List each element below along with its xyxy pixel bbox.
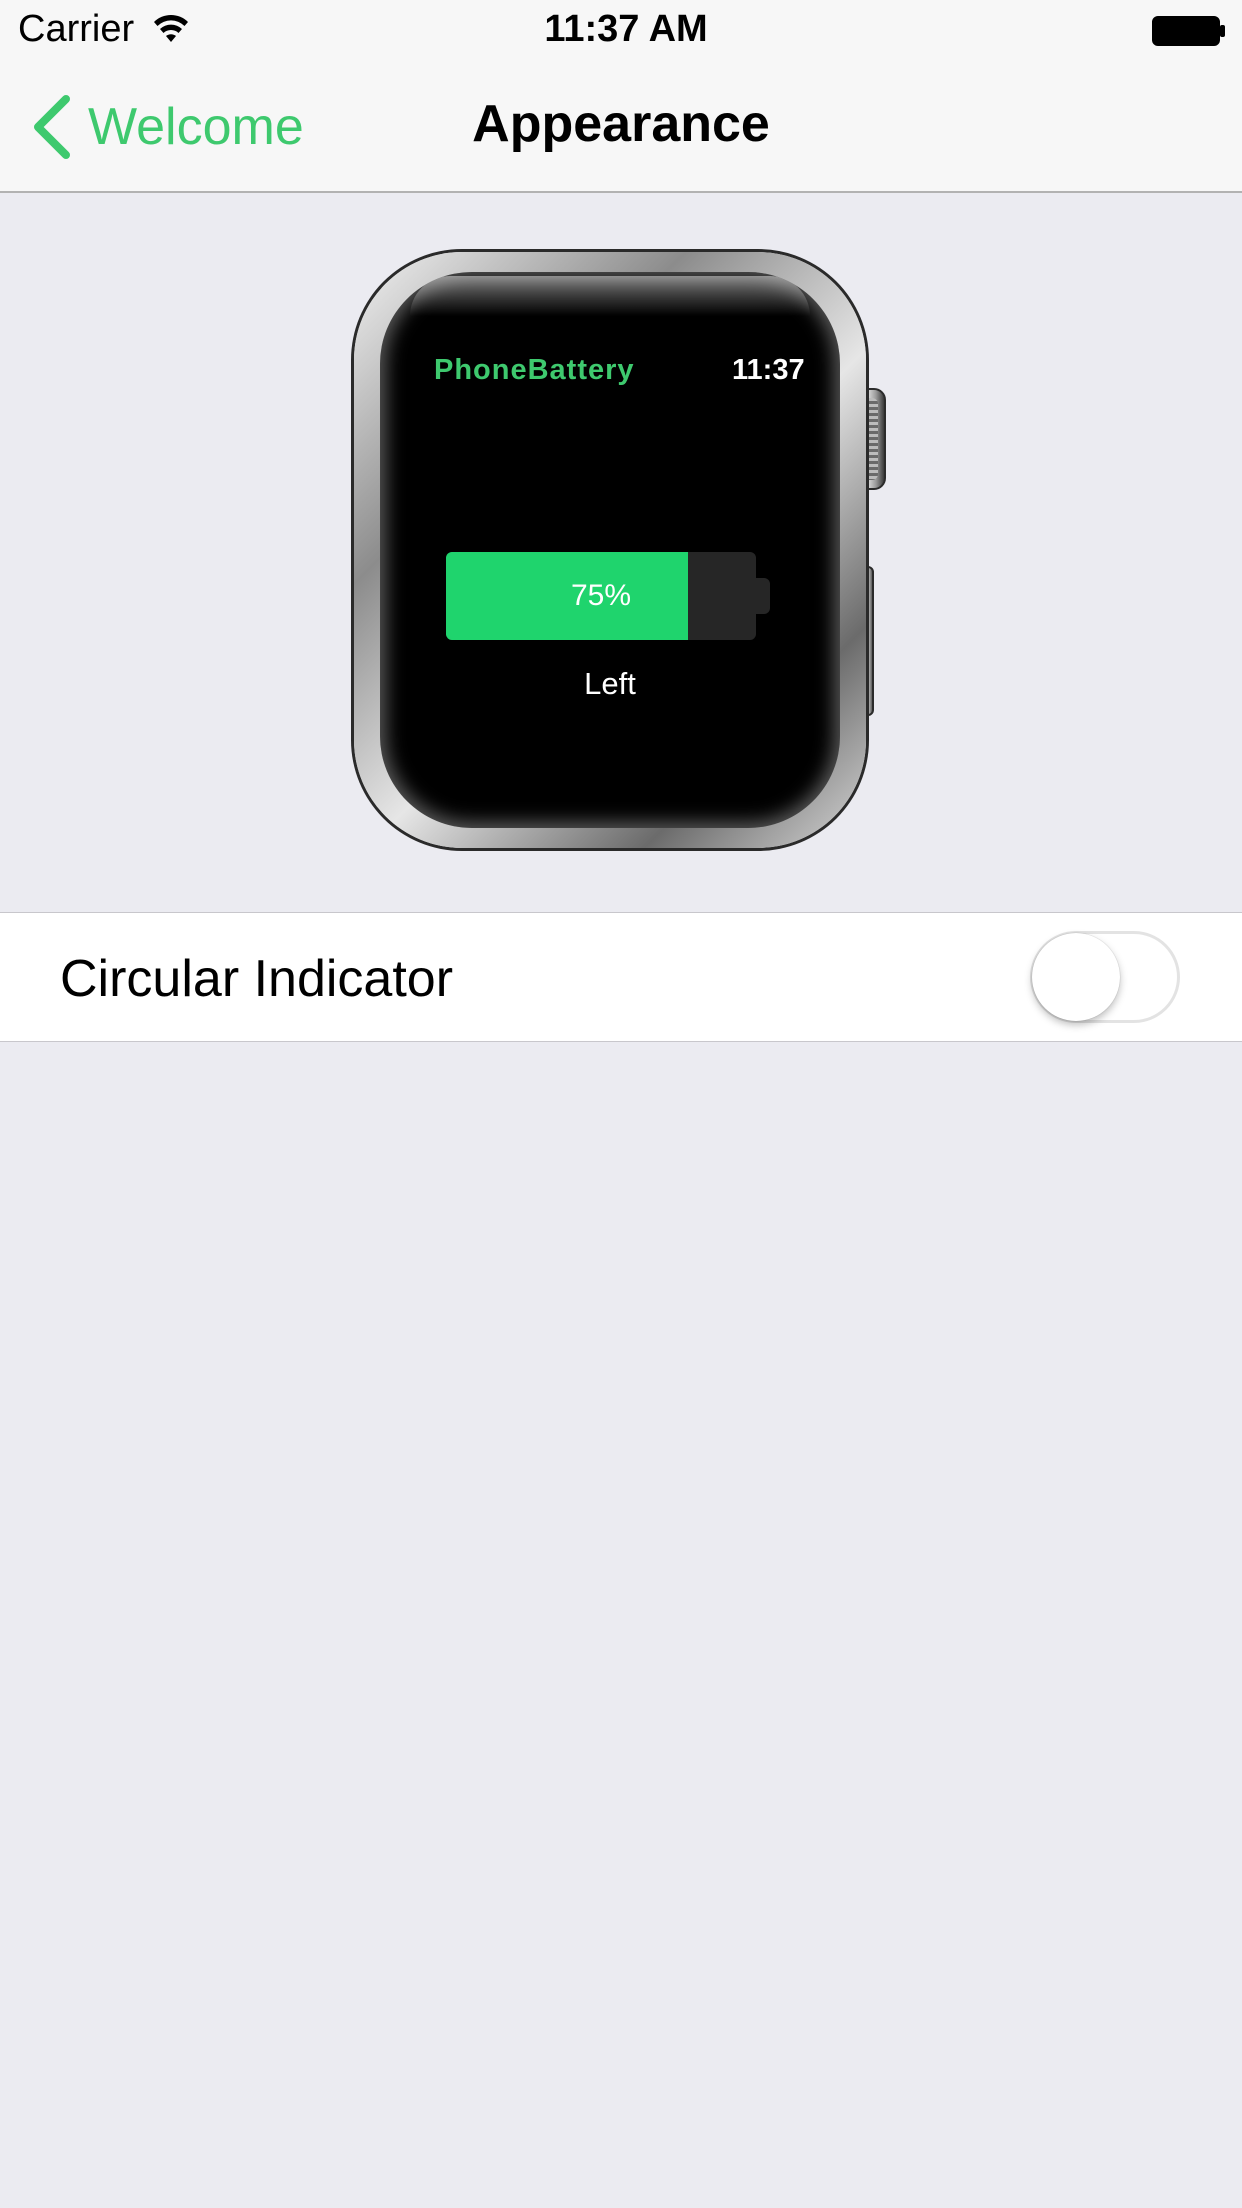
watch-screen: PhoneBattery 11:37 75% Left [380,272,840,828]
watch-app-name: PhoneBattery [434,354,635,386]
circular-indicator-label: Circular Indicator [60,950,454,1008]
circular-indicator-row: Circular Indicator [0,912,1242,1042]
watch-preview: PhoneBattery 11:37 75% Left [340,240,900,860]
watch-battery-caption: Left [584,666,636,701]
page-title: Appearance [472,95,770,153]
watch-case: PhoneBattery 11:37 75% Left [354,252,866,848]
watch-time: 11:37 [732,354,805,386]
status-time: 11:37 AM [544,8,708,50]
battery-full-icon [1152,16,1225,46]
toggle-knob [1032,933,1120,1021]
top-bar: Carrier 11:37 AM Welcome Appearance [0,0,1242,193]
watch-battery-tip [756,578,770,614]
circular-indicator-toggle[interactable] [1030,931,1180,1023]
watch-battery-indicator: 75% [446,552,770,640]
watch-battery-percent: 75% [570,579,632,612]
